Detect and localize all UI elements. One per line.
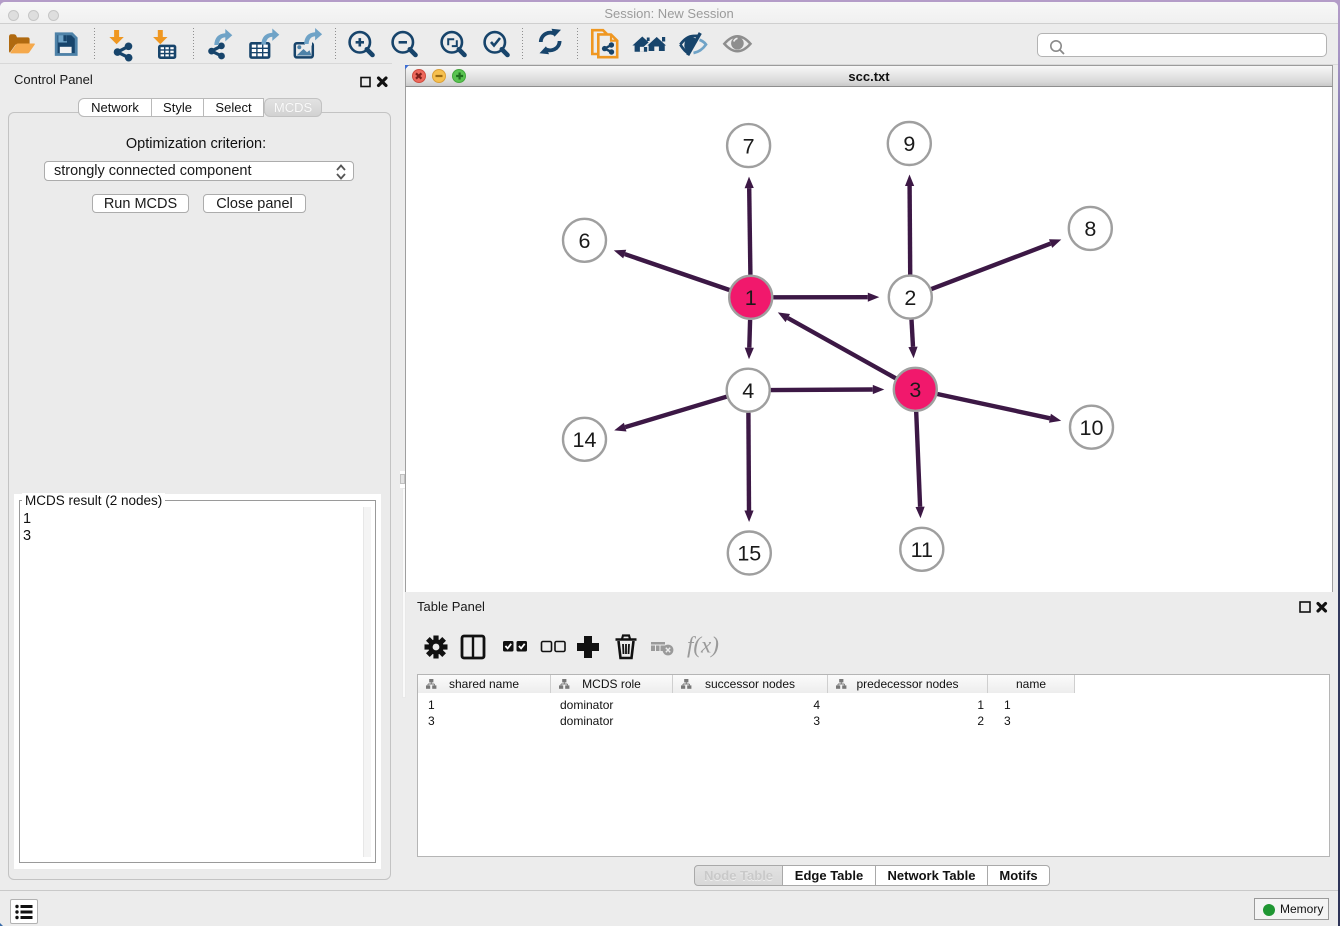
svg-text:14: 14 [573, 428, 597, 452]
svg-text:7: 7 [743, 134, 755, 158]
svg-text:9: 9 [903, 132, 915, 156]
svg-text:f(x): f(x) [687, 633, 719, 658]
svg-text:6: 6 [579, 229, 591, 253]
svg-text:2: 2 [904, 286, 916, 310]
svg-text:15: 15 [737, 542, 761, 566]
svg-text:10: 10 [1080, 416, 1104, 440]
svg-text:3: 3 [909, 378, 921, 402]
svg-text:8: 8 [1084, 217, 1096, 241]
svg-text:11: 11 [911, 538, 933, 562]
svg-text:1: 1 [745, 286, 757, 310]
svg-text:4: 4 [742, 379, 754, 403]
